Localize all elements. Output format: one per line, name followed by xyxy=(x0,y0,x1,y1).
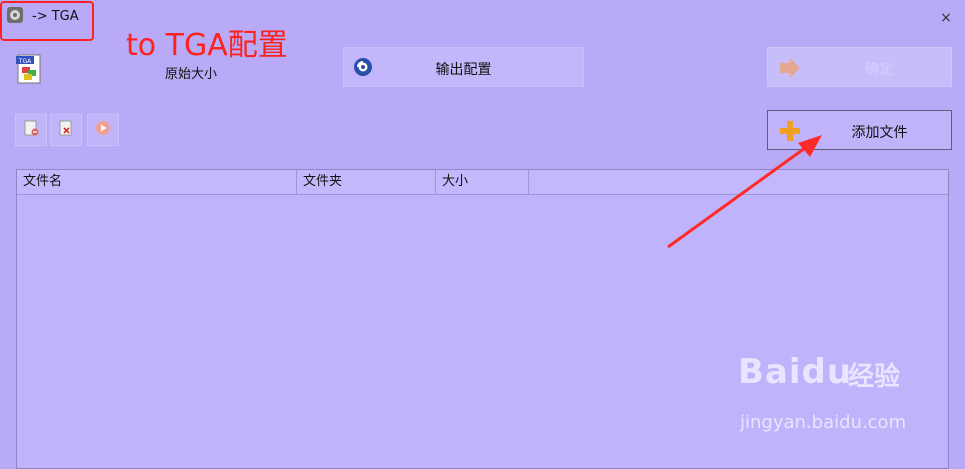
watermark-url: jingyan.baidu.com xyxy=(740,412,907,433)
column-header-size[interactable]: 大小 xyxy=(436,170,529,194)
clear-list-button[interactable] xyxy=(50,114,82,146)
annotation-text: to TGA配置 xyxy=(126,28,288,63)
clear-list-icon xyxy=(57,119,75,141)
start-button[interactable]: 确定 xyxy=(767,47,952,87)
tga-file-icon: TGA xyxy=(14,53,46,85)
tga-icon-text: TGA xyxy=(18,58,32,65)
annotation-arrow xyxy=(667,135,822,249)
start-arrow-icon xyxy=(778,57,802,79)
output-config-label: 输出配置 xyxy=(435,62,492,78)
close-button[interactable]: × xyxy=(936,8,956,28)
watermark-brand: Baidu xyxy=(738,352,853,392)
play-icon xyxy=(94,119,112,141)
column-header-filename[interactable]: 文件名 xyxy=(17,170,297,194)
remove-file-button[interactable] xyxy=(15,114,47,146)
title-highlight-box xyxy=(0,1,94,41)
remove-file-icon xyxy=(22,119,40,141)
size-label[interactable]: 原始大小 xyxy=(165,63,217,82)
play-button[interactable] xyxy=(87,114,119,146)
start-label: 确定 xyxy=(865,62,894,78)
baidu-watermark: Baidu 经验 jingyan.baidu.com xyxy=(738,352,938,442)
output-config-button[interactable]: 输出配置 xyxy=(343,47,584,87)
watermark-product: 经验 xyxy=(848,362,901,392)
column-header-folder[interactable]: 文件夹 xyxy=(297,170,436,194)
